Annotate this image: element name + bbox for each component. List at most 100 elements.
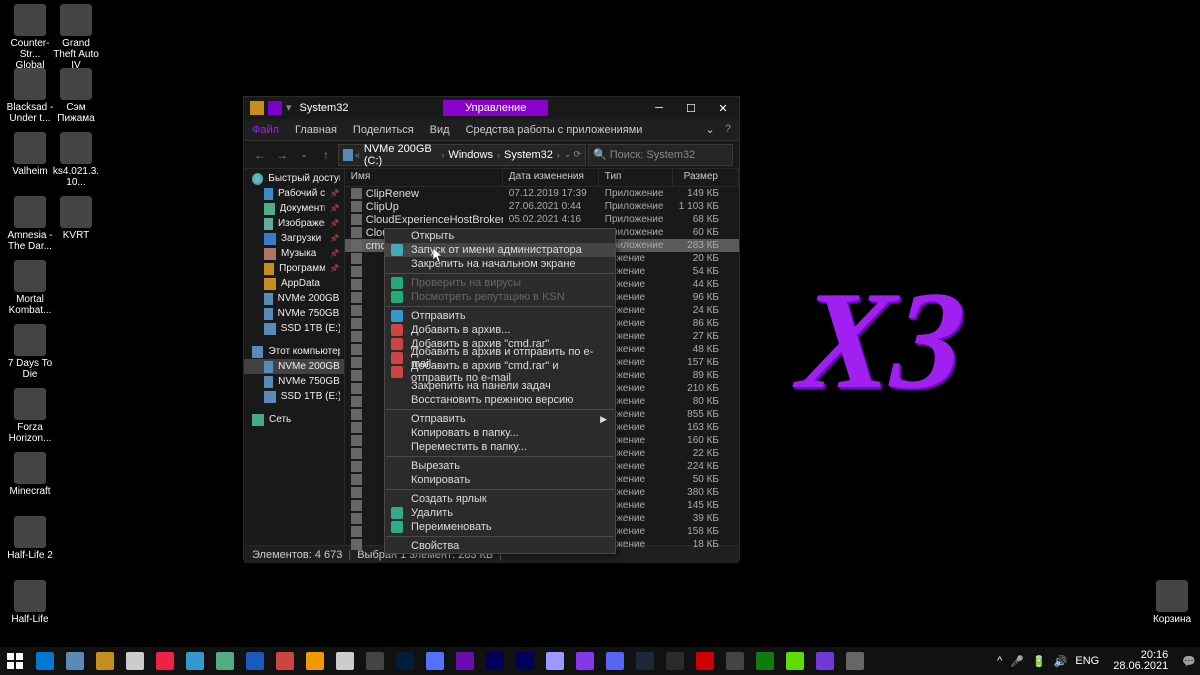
taskbar-app[interactable] [240, 647, 270, 675]
context-menu-item[interactable]: Вырезать [385, 459, 615, 473]
desktop-icon[interactable]: Mortal Kombat... [6, 260, 54, 316]
battery-icon[interactable]: 🔋 [1032, 655, 1046, 668]
sidebar-item[interactable]: Сеть [244, 412, 344, 427]
file-row[interactable]: CloudExperienceHostBroker05.02.2021 4:16… [345, 213, 739, 226]
ribbon-home[interactable]: Главная [295, 124, 337, 136]
maximize-button[interactable]: ☐ [675, 97, 707, 119]
taskbar-app[interactable] [750, 647, 780, 675]
context-menu-item[interactable]: Переименовать [385, 520, 615, 534]
taskbar-app[interactable] [270, 647, 300, 675]
taskbar-app[interactable] [60, 647, 90, 675]
sidebar-item[interactable]: Программы [244, 261, 344, 276]
notifications-icon[interactable]: 💬 [1182, 655, 1196, 668]
context-menu-item[interactable]: Закрепить на панели задач [385, 379, 615, 393]
desktop-icon[interactable]: Minecraft [6, 452, 54, 497]
taskbar-app[interactable] [30, 647, 60, 675]
desktop-icon[interactable]: 7 Days To Die [6, 324, 54, 380]
taskbar-app[interactable] [600, 647, 630, 675]
desktop-icon[interactable]: Grand Theft Auto IV [52, 4, 100, 71]
context-menu-item[interactable]: Отправить▶ [385, 412, 615, 426]
taskbar-app[interactable] [630, 647, 660, 675]
context-menu-item[interactable]: Закрепить на начальном экране [385, 257, 615, 271]
taskbar-app[interactable] [690, 647, 720, 675]
context-menu-item[interactable]: Удалить [385, 506, 615, 520]
close-button[interactable]: ✕ [707, 97, 739, 119]
desktop-icon[interactable]: Half-Life 2 [6, 516, 54, 561]
back-button[interactable]: ← [250, 145, 270, 165]
taskbar-app[interactable] [180, 647, 210, 675]
ribbon-apptools[interactable]: Средства работы с приложениями [466, 124, 643, 136]
titlebar[interactable]: ▾ System32 Управление ─ ☐ ✕ [244, 97, 739, 119]
crumb-system32[interactable]: System32 [502, 149, 555, 161]
sidebar-item[interactable]: Документы [244, 201, 344, 216]
taskbar-app[interactable] [150, 647, 180, 675]
forward-button[interactable]: → [272, 145, 292, 165]
context-menu-item[interactable]: Копировать [385, 473, 615, 487]
context-menu-item[interactable]: Копировать в папку... [385, 426, 615, 440]
sidebar-item[interactable]: SSD 1TB (E:) [244, 389, 344, 404]
taskbar-app[interactable] [450, 647, 480, 675]
taskbar-app[interactable] [840, 647, 870, 675]
manage-tab[interactable]: Управление [443, 100, 548, 116]
tray-expand-icon[interactable]: ^ [997, 655, 1002, 667]
desktop-icon[interactable]: KVRT [52, 196, 100, 241]
addr-dropdown-icon[interactable]: ⌄ [564, 149, 572, 160]
search-input[interactable]: 🔍 Поиск: System32 [588, 144, 733, 166]
context-menu-item[interactable]: Запуск от имени администратора [385, 243, 615, 257]
sidebar-item[interactable]: Изображения [244, 216, 344, 231]
context-menu-item[interactable]: Проверить на вирусы [385, 276, 615, 290]
context-menu-item[interactable]: Открыть [385, 229, 615, 243]
desktop-icon[interactable]: Amnesia - The Dar... [6, 196, 54, 252]
ribbon-share[interactable]: Поделиться [353, 124, 414, 136]
address-bar[interactable]: « NVMe 200GB (C:)› Windows› System32› ⌄ … [338, 144, 586, 166]
desktop-icon[interactable]: Valheim [6, 132, 54, 177]
file-row[interactable]: ClipUp27.06.2021 0:44Приложение1 103 КБ [345, 200, 739, 213]
taskbar-app[interactable] [570, 647, 600, 675]
taskbar-app[interactable] [420, 647, 450, 675]
context-menu-item[interactable]: Добавить в архив... [385, 323, 615, 337]
sidebar-item[interactable]: Загрузки [244, 231, 344, 246]
sidebar-item[interactable]: AppData [244, 276, 344, 291]
sidebar-item[interactable]: Быстрый доступ [244, 171, 344, 186]
context-menu-item[interactable]: Свойства [385, 539, 615, 553]
sidebar-item[interactable]: NVMe 750GB (D: ≠ [244, 306, 344, 321]
file-row[interactable]: ClipRenew07.12.2019 17:39Приложение149 К… [345, 187, 739, 200]
desktop-icon[interactable]: Half-Life [6, 580, 54, 625]
desktop-icon[interactable]: Blacksad - Under t... [6, 68, 54, 124]
context-menu-item[interactable]: Посмотреть репутацию в KSN [385, 290, 615, 304]
taskbar-app[interactable] [540, 647, 570, 675]
ribbon-file[interactable]: Файл [252, 124, 279, 136]
col-name[interactable]: Имя [345, 169, 503, 186]
minimize-button[interactable]: ─ [643, 97, 675, 119]
col-date[interactable]: Дата изменения [503, 169, 599, 186]
microphone-icon[interactable]: 🎤 [1010, 655, 1024, 668]
taskbar-app[interactable] [810, 647, 840, 675]
taskbar-app[interactable] [330, 647, 360, 675]
taskbar-app[interactable] [300, 647, 330, 675]
sidebar-item[interactable]: NVMe 200GB (C: ≠ [244, 291, 344, 306]
context-menu-item[interactable]: Добавить в архив "cmd.rar" и отправить п… [385, 365, 615, 379]
col-type[interactable]: Тип [599, 169, 673, 186]
taskbar-app[interactable] [780, 647, 810, 675]
context-menu-item[interactable]: Переместить в папку... [385, 440, 615, 454]
desktop-icon[interactable]: Сэм Пижама [52, 68, 100, 124]
ribbon-view[interactable]: Вид [430, 124, 450, 136]
context-menu-item[interactable]: Отправить [385, 309, 615, 323]
sidebar-item[interactable]: Этот компьютер [244, 344, 344, 359]
taskbar-app[interactable] [120, 647, 150, 675]
taskbar-app[interactable] [720, 647, 750, 675]
sidebar-item[interactable]: Музыка [244, 246, 344, 261]
taskbar-app[interactable] [90, 647, 120, 675]
context-menu-item[interactable]: Восстановить прежнюю версию [385, 393, 615, 407]
sidebar-item[interactable]: SSD 1TB (E:) [244, 321, 344, 336]
ribbon-expand-icon[interactable]: ⌄ [706, 123, 715, 136]
sidebar-item[interactable]: Рабочий стол [244, 186, 344, 201]
help-icon[interactable]: ? [725, 123, 731, 136]
lang-indicator[interactable]: ENG [1075, 655, 1099, 667]
volume-icon[interactable]: 🔊 [1054, 655, 1068, 668]
clock[interactable]: 20:16 28.06.2021 [1107, 650, 1174, 672]
taskbar-app[interactable] [390, 647, 420, 675]
desktop-icon[interactable]: Корзина [1148, 580, 1196, 625]
col-size[interactable]: Размер [673, 169, 739, 186]
up-button[interactable]: ↑ [316, 145, 336, 165]
